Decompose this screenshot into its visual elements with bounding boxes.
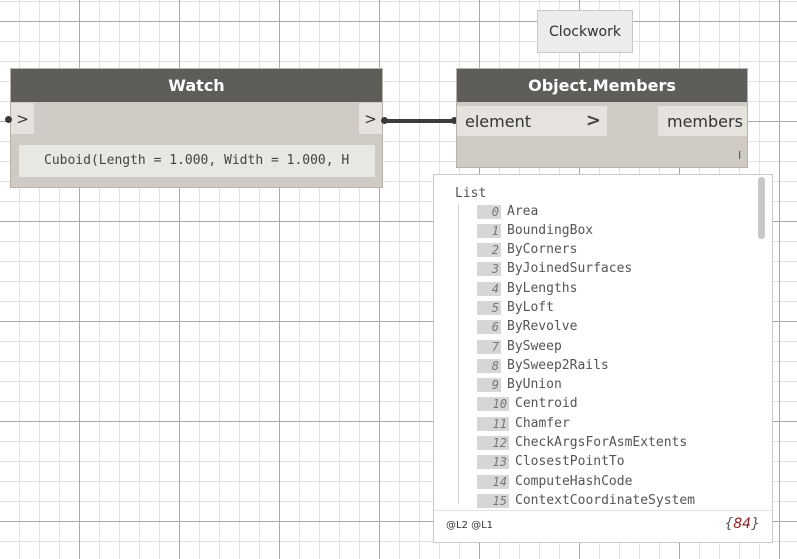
list-index: 7 [477,339,501,354]
list-item: 5 ByLoft [477,299,554,316]
list-value: ContextCoordinateSystem [515,493,696,508]
list-index: 8 [477,358,501,373]
preview-bubble[interactable]: List 0 Area 1 BoundingBox 2 ByCorners 3 ByJo… [433,174,773,543]
list-item: 11 Chamfer [477,415,570,432]
list-index: 5 [477,300,501,315]
list-value: ComputeHashCode [515,474,633,489]
list-index: 12 [477,435,509,450]
list-index: 11 [477,416,509,431]
list-index: 4 [477,281,501,296]
list-value: BoundingBox [507,223,594,238]
watch-input-port[interactable]: > [11,103,34,134]
tree-guide-line [458,204,459,504]
list-index: 1 [477,223,501,238]
count-open-brace: { [724,516,734,532]
list-item: 9 ByUnion [477,376,562,393]
list-index: 9 [477,377,501,392]
watch-value-text: Cuboid(Length = 1.000, Width = 1.000, H [44,153,350,168]
list-value: ByLengths [507,281,578,296]
chevron-right-icon: > [585,110,601,131]
list-value: ByCorners [507,242,578,257]
group-tag-label: Clockwork [549,23,621,40]
list-item: 15 ContextCoordinateSystem [477,492,695,509]
watch-output-port[interactable]: > [359,103,382,134]
list-item: 7 BySweep [477,338,562,355]
list-value: Chamfer [515,416,570,431]
list-item: 8 BySweep2Rails [477,357,609,374]
list-value: BySweep [507,339,562,354]
group-tag-clockwork[interactable]: Clockwork [537,10,633,53]
list-item: 4 ByLengths [477,280,577,297]
object-members-title: Object.Members [457,69,747,102]
list-index: 15 [477,493,509,508]
watch-node[interactable]: Watch > > Cuboid(Length = 1.000, Width =… [11,69,382,187]
list-value: ClosestPointTo [515,454,625,469]
element-input-port[interactable]: element > [457,106,607,136]
watch-value-box: Cuboid(Length = 1.000, Width = 1.000, H [19,145,375,177]
preview-footer-divider [434,510,772,511]
watch-node-title: Watch [11,69,382,102]
list-value: Area [507,204,539,219]
list-index: 0 [477,204,501,219]
list-label: List [455,186,487,201]
count-close-brace: } [751,516,760,532]
list-value: BySweep2Rails [507,358,609,373]
item-count: {84} [724,516,760,532]
list-item: 12 CheckArgsForAsmExtents [477,434,687,451]
list-index: 13 [477,454,509,469]
list-item: 10 Centroid [477,395,578,412]
list-value: ByUnion [507,377,562,392]
element-port-label: element [465,111,531,131]
list-item: 3 ByJoinedSurfaces [477,260,632,277]
list-index: 10 [477,396,509,411]
list-index: 2 [477,242,501,257]
list-item: 1 BoundingBox [477,222,593,239]
list-value: ByJoinedSurfaces [507,261,633,276]
list-index: 3 [477,261,501,276]
preview-scroll-thumb[interactable] [758,177,765,239]
list-index: 6 [477,319,501,334]
list-index: 14 [477,474,509,489]
list-item: 0 Area [477,203,538,220]
list-item: 2 ByCorners [477,241,577,258]
count-value: 84 [733,516,752,532]
members-port-label: members [667,111,743,131]
list-value: ByRevolve [507,319,578,334]
list-value: CheckArgsForAsmExtents [515,435,688,450]
list-item: 14 ComputeHashCode [477,473,632,490]
lacing-indicator: I [738,149,742,162]
members-output-port[interactable]: members [658,106,747,136]
list-value: ByLoft [507,300,554,315]
connection-wire[interactable] [385,119,455,123]
list-item: 6 ByRevolve [477,318,577,335]
list-item: 13 ClosestPointTo [477,453,625,470]
list-levels: @L2 @L1 [446,520,494,531]
list-value: Centroid [515,396,578,411]
watch-input-connector[interactable] [5,116,12,123]
object-members-node[interactable]: Object.Members element > members I [457,69,747,167]
